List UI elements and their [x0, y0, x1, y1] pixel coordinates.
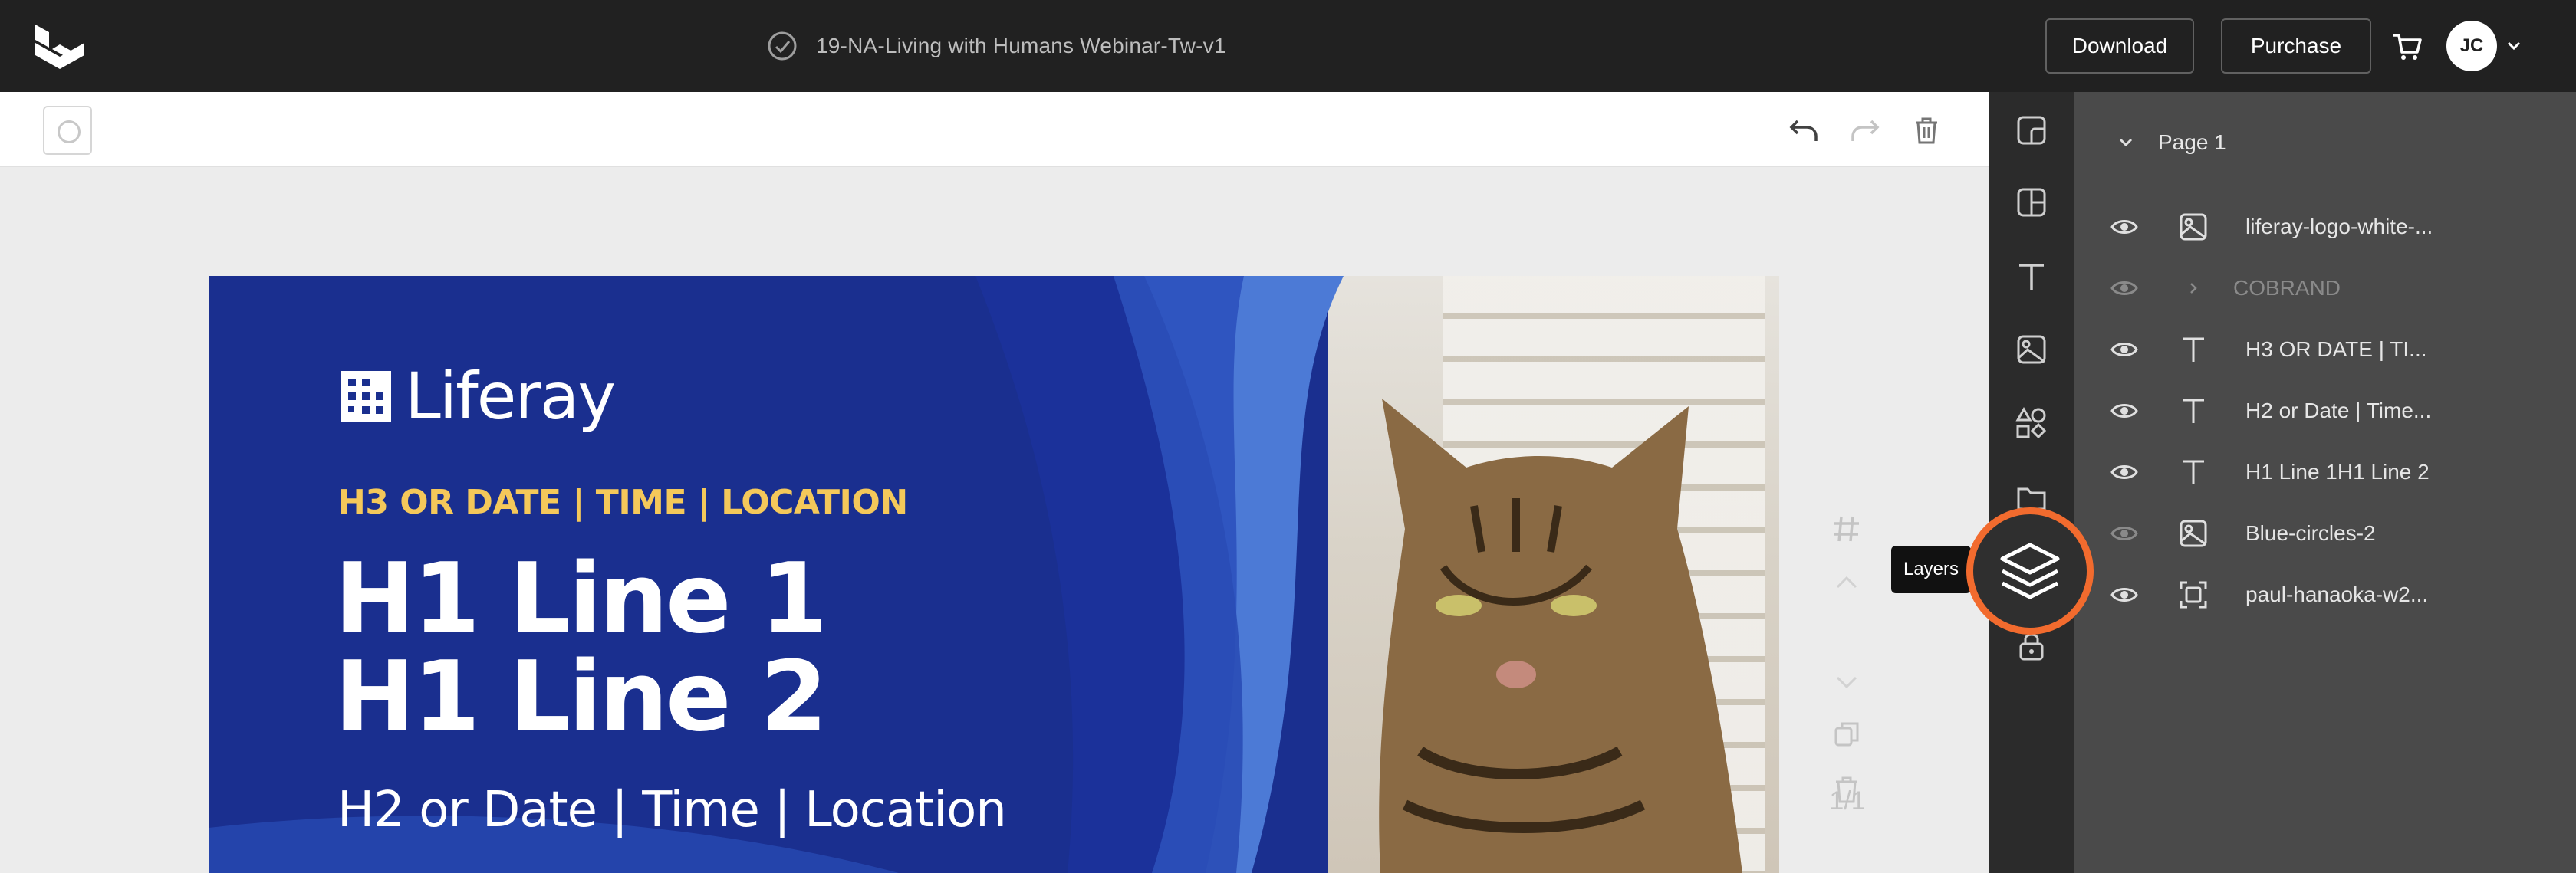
page-label: Page 1 [2158, 130, 2226, 154]
layers-button[interactable] [1966, 507, 2094, 635]
image-icon[interactable] [2015, 333, 2048, 366]
layer-name: Blue-circles-2 [2245, 521, 2376, 545]
cat-figure [1379, 399, 1742, 873]
text-layer-icon [2183, 460, 2204, 484]
chevron-up-icon[interactable] [1830, 566, 1864, 599]
download-button[interactable]: Download [2045, 18, 2194, 74]
layer-name: H1 Line 1H1 Line 2 [2245, 460, 2430, 484]
layer-row[interactable]: liferay-logo-white-... [2074, 204, 2576, 250]
banner-h1-line-2[interactable]: H1 Line 2 [334, 648, 827, 745]
liferay-mark-icon [341, 371, 391, 422]
frame-layer-icon [2180, 581, 2207, 609]
app-logo[interactable] [32, 20, 87, 72]
page-1-header[interactable]: Page 1 [2117, 130, 2226, 155]
chevron-down-icon[interactable] [1830, 665, 1864, 699]
layers-icon [2000, 543, 2060, 599]
canvas-area[interactable]: Liferay H3 OR DATE | TIME | LOCATION H1 … [0, 167, 1989, 873]
design-banner[interactable]: Liferay H3 OR DATE | TIME | LOCATION H1 … [209, 276, 1779, 873]
layer-name: liferay-logo-white-... [2245, 215, 2433, 238]
purchase-button[interactable]: Purchase [2221, 18, 2371, 74]
banner-h3-text[interactable]: H3 OR DATE | TIME | LOCATION [337, 483, 908, 522]
circle-icon [58, 120, 81, 143]
layer-name: COBRAND [2233, 276, 2341, 300]
document-title-group: 19-NA-Living with Humans Webinar-Tw-v1 [767, 28, 1226, 64]
layer-row[interactable]: H3 OR DATE | TI... [2074, 327, 2576, 373]
layer-name: paul-hanaoka-w2... [2245, 583, 2429, 606]
eye-icon[interactable] [2110, 337, 2138, 362]
background-color-button[interactable] [43, 106, 92, 155]
image-layer-icon [2180, 213, 2207, 241]
layer-row[interactable]: H2 or Date | Time... [2074, 388, 2576, 434]
canvas-toolbar [0, 92, 1989, 167]
redo-icon[interactable] [1848, 113, 1882, 147]
saved-check-icon [768, 31, 797, 61]
top-bar: 19-NA-Living with Humans Webinar-Tw-v1 D… [0, 0, 2576, 92]
eye-icon[interactable] [2110, 460, 2138, 484]
eye-icon[interactable] [2110, 276, 2138, 300]
layer-name: H2 or Date | Time... [2245, 399, 2432, 422]
eye-icon[interactable] [2110, 583, 2138, 607]
chevron-down-icon[interactable] [2117, 133, 2135, 152]
chevron-down-icon[interactable] [2505, 37, 2523, 55]
image-layer-icon [2180, 520, 2207, 547]
chevron-right-icon[interactable] [2186, 281, 2201, 296]
undo-icon[interactable] [1787, 113, 1821, 147]
text-layer-icon [2183, 337, 2204, 362]
document-title[interactable]: 19-NA-Living with Humans Webinar-Tw-v1 [816, 34, 1226, 58]
templates-icon[interactable] [2015, 113, 2048, 147]
layer-row[interactable]: Blue-circles-2 [2074, 510, 2576, 556]
layer-name: H3 OR DATE | TI... [2245, 337, 2427, 361]
text-icon[interactable] [2015, 259, 2048, 293]
user-avatar[interactable]: JC [2446, 21, 2497, 71]
text-layer-icon [2183, 399, 2204, 423]
trash-icon[interactable] [1910, 113, 1943, 147]
eye-icon[interactable] [2110, 399, 2138, 423]
tool-rail [1989, 92, 2074, 873]
grid-hash-icon[interactable] [1830, 512, 1864, 546]
cart-icon[interactable] [2391, 31, 2423, 63]
eye-icon[interactable] [2110, 215, 2138, 239]
shapes-icon[interactable] [2015, 406, 2048, 440]
banner-h2-text[interactable]: H2 or Date | Time | Location [337, 782, 1007, 839]
delete-page-icon[interactable] [1830, 773, 1864, 806]
layout-icon[interactable] [2015, 185, 2048, 219]
layer-row[interactable]: H1 Line 1H1 Line 2 [2074, 449, 2576, 495]
eye-icon[interactable] [2110, 521, 2138, 546]
liferay-logo[interactable]: Liferay [341, 359, 616, 434]
layer-row[interactable]: paul-hanaoka-w2... [2074, 572, 2576, 618]
layers-tooltip: Layers [1891, 546, 1979, 593]
layers-panel: Page 1 liferay-logo-white-... COBRAND H3… [2074, 92, 2576, 873]
liferay-wordmark: Liferay [405, 359, 616, 434]
layer-row[interactable]: COBRAND [2074, 265, 2576, 311]
banner-h1-line-1[interactable]: H1 Line 1 [334, 550, 827, 647]
duplicate-page-icon[interactable] [1830, 717, 1864, 751]
